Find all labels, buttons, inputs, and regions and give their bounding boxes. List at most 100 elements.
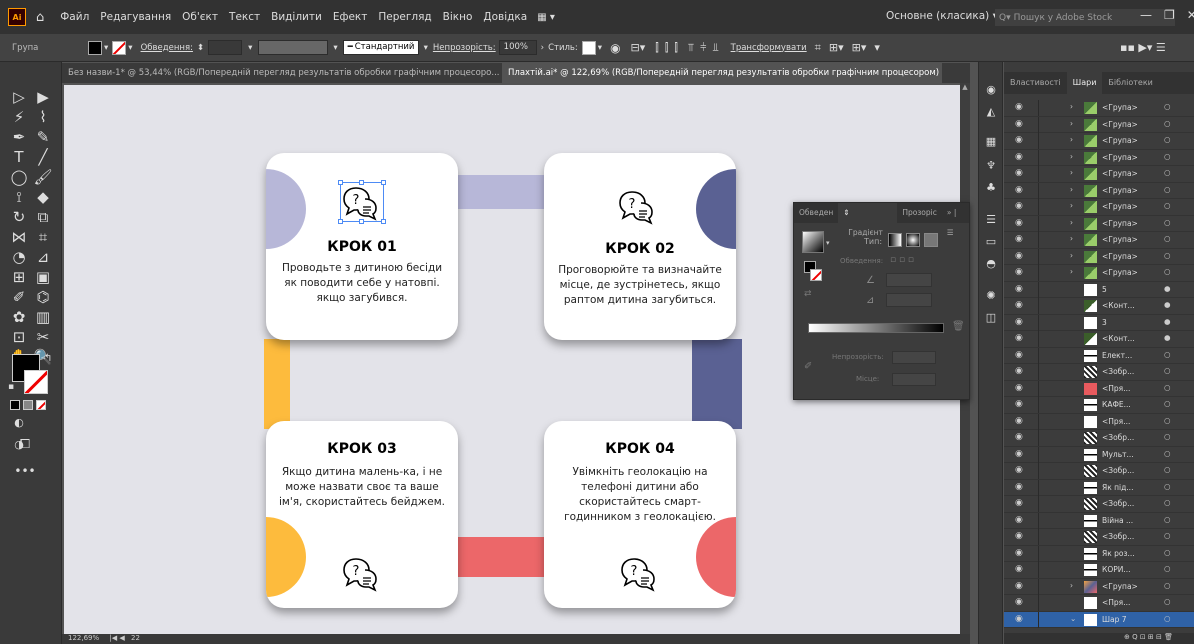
layer-target-icon[interactable]: ○ (1164, 267, 1171, 276)
layer-row[interactable]: ◉ <Конт... ● (1004, 331, 1194, 348)
layer-row[interactable]: ◉ › <Група> ○ (1004, 149, 1194, 166)
lock-toggle[interactable] (1038, 479, 1048, 496)
layer-name[interactable]: <Зобр... (1102, 466, 1134, 475)
color-mode-icon[interactable] (10, 400, 20, 410)
menu-window[interactable]: Вікно (443, 11, 473, 23)
layer-target-icon[interactable]: ● (1164, 284, 1171, 293)
layer-name[interactable]: <Зобр... (1102, 367, 1134, 376)
layer-name[interactable]: <Конт... (1102, 334, 1135, 343)
lock-toggle[interactable] (1038, 314, 1048, 331)
layer-name[interactable]: <Зобр... (1102, 433, 1134, 442)
shaper-tool-icon[interactable]: ⟟ (8, 186, 30, 208)
lock-toggle[interactable] (1038, 545, 1048, 562)
menu-view[interactable]: Перегляд (378, 11, 431, 23)
visibility-eye-icon[interactable]: ◉ (1015, 449, 1023, 459)
layer-row[interactable]: ◉ › <Група> ○ (1004, 133, 1194, 150)
free-transform-tool-icon[interactable]: ⌗ (32, 226, 54, 248)
layer-row[interactable]: ◉ Як під... ○ (1004, 479, 1194, 496)
lock-toggle[interactable] (1038, 380, 1048, 397)
variable-width-dropdown[interactable]: ▾ (333, 43, 337, 53)
layer-name[interactable]: <Пря... (1102, 598, 1130, 607)
isolate-icon[interactable]: ⌗ (815, 41, 821, 55)
layer-target-icon[interactable]: ○ (1164, 515, 1171, 524)
visibility-eye-icon[interactable]: ◉ (1015, 416, 1023, 426)
layer-target-icon[interactable]: ○ (1164, 152, 1171, 161)
scroll-up-arrow[interactable]: ▲ (960, 83, 970, 91)
visibility-eye-icon[interactable]: ◉ (1015, 614, 1023, 624)
visibility-eye-icon[interactable]: ◉ (1015, 465, 1023, 475)
layer-target-icon[interactable]: ○ (1164, 581, 1171, 590)
connector-left-yellow[interactable] (264, 339, 290, 429)
visibility-eye-icon[interactable]: ◉ (1015, 152, 1023, 162)
layer-name[interactable]: Війна ... (1102, 516, 1133, 525)
layer-row[interactable]: ◉ <Пря... ○ (1004, 595, 1194, 612)
swatches-icon[interactable]: ▦ (983, 134, 999, 150)
layer-row[interactable]: ◉ Як роз... ○ (1004, 545, 1194, 562)
appearance-icon[interactable]: ✺ (983, 288, 999, 304)
layer-row[interactable]: ◉ › <Група> ○ (1004, 578, 1194, 595)
align-center-icon[interactable]: ⫿ (665, 41, 669, 55)
tab-gradient[interactable]: ⇕ Градієнт (838, 203, 898, 237)
lock-toggle[interactable] (1038, 281, 1048, 298)
expand-chevron-icon[interactable]: › (1070, 251, 1073, 260)
panel-toggle-icon[interactable]: ▪▪ ▶▾ ☰ (1120, 41, 1166, 54)
visibility-eye-icon[interactable]: ◉ (1015, 333, 1023, 343)
expand-chevron-icon[interactable]: › (1070, 168, 1073, 177)
visibility-eye-icon[interactable]: ◉ (1015, 597, 1023, 607)
lock-toggle[interactable] (1038, 100, 1048, 116)
tab-transparency[interactable]: Прозоріс (897, 203, 942, 223)
layer-name[interactable]: <Конт... (1102, 301, 1135, 310)
expand-chevron-icon[interactable]: › (1070, 581, 1073, 590)
layer-target-icon[interactable]: ○ (1164, 102, 1171, 111)
layer-target-icon[interactable]: ○ (1164, 366, 1171, 375)
transparency-icon[interactable]: ◓ (983, 256, 999, 272)
gradient-panel-icon[interactable]: ▭ (983, 234, 999, 250)
expand-chevron-icon[interactable]: › (1070, 119, 1073, 128)
layer-row[interactable]: ◉ 5 ● (1004, 281, 1194, 298)
visibility-eye-icon[interactable]: ◉ (1015, 300, 1023, 310)
layer-name[interactable]: <Зобр... (1102, 532, 1134, 541)
layer-name[interactable]: <Група> (1102, 252, 1138, 261)
visibility-eye-icon[interactable]: ◉ (1015, 135, 1023, 145)
lock-toggle[interactable] (1038, 133, 1048, 149)
home-icon[interactable]: ⌂ (36, 10, 44, 25)
fill-dropdown-icon[interactable]: ▾ (104, 43, 108, 53)
lock-toggle[interactable] (1038, 116, 1048, 133)
layer-name[interactable]: <Група> (1102, 268, 1138, 277)
artboard-number[interactable]: 22 (131, 634, 140, 642)
freeform-gradient-button[interactable] (924, 233, 938, 247)
rotate-tool-icon[interactable]: ↻ (8, 206, 30, 228)
lock-toggle[interactable] (1038, 298, 1048, 314)
visibility-eye-icon[interactable]: ◉ (1015, 498, 1023, 508)
connector-top-lavender[interactable] (458, 175, 548, 209)
expand-chevron-icon[interactable]: › (1070, 135, 1073, 144)
visibility-eye-icon[interactable]: ◉ (1015, 317, 1023, 327)
layer-target-icon[interactable]: ● (1164, 333, 1171, 342)
stroke-weight-stepper[interactable]: ⬍ (197, 43, 204, 53)
align-top-icon[interactable]: ⫪ (688, 41, 694, 55)
visibility-eye-icon[interactable]: ◉ (1015, 350, 1023, 360)
menu-object[interactable]: Об'єкт (182, 11, 218, 23)
stroke-panel-icon[interactable]: ☰ (983, 212, 999, 228)
layer-row[interactable]: ◉ <Зобр... ○ (1004, 430, 1194, 447)
visibility-eye-icon[interactable]: ◉ (1015, 102, 1023, 112)
graphic-style-swatch[interactable] (581, 40, 596, 55)
lock-toggle[interactable] (1038, 578, 1048, 595)
expand-chevron-icon[interactable]: › (1070, 185, 1073, 194)
layer-target-icon[interactable]: ○ (1164, 201, 1171, 210)
lock-toggle[interactable] (1038, 215, 1048, 232)
stroke-none-indicator[interactable] (810, 269, 822, 281)
line-tool-icon[interactable]: ╱ (32, 146, 54, 168)
layer-row[interactable]: ◉ › <Група> ○ (1004, 215, 1194, 232)
gradient-slider[interactable] (808, 323, 944, 333)
align-right-icon[interactable]: ⫿ (674, 41, 678, 55)
edit-toolbar-icon[interactable]: ••• (14, 460, 36, 482)
lasso-tool-icon[interactable]: ⌇ (32, 106, 54, 128)
visibility-eye-icon[interactable]: ◉ (1015, 234, 1023, 244)
layer-name[interactable]: Елект... (1102, 351, 1132, 360)
visibility-eye-icon[interactable]: ◉ (1015, 119, 1023, 129)
stroke-color-box[interactable] (24, 370, 48, 394)
gradient-mode-icon[interactable] (23, 400, 33, 410)
visibility-eye-icon[interactable]: ◉ (1015, 564, 1023, 574)
layer-name[interactable]: 3 (1102, 318, 1107, 327)
